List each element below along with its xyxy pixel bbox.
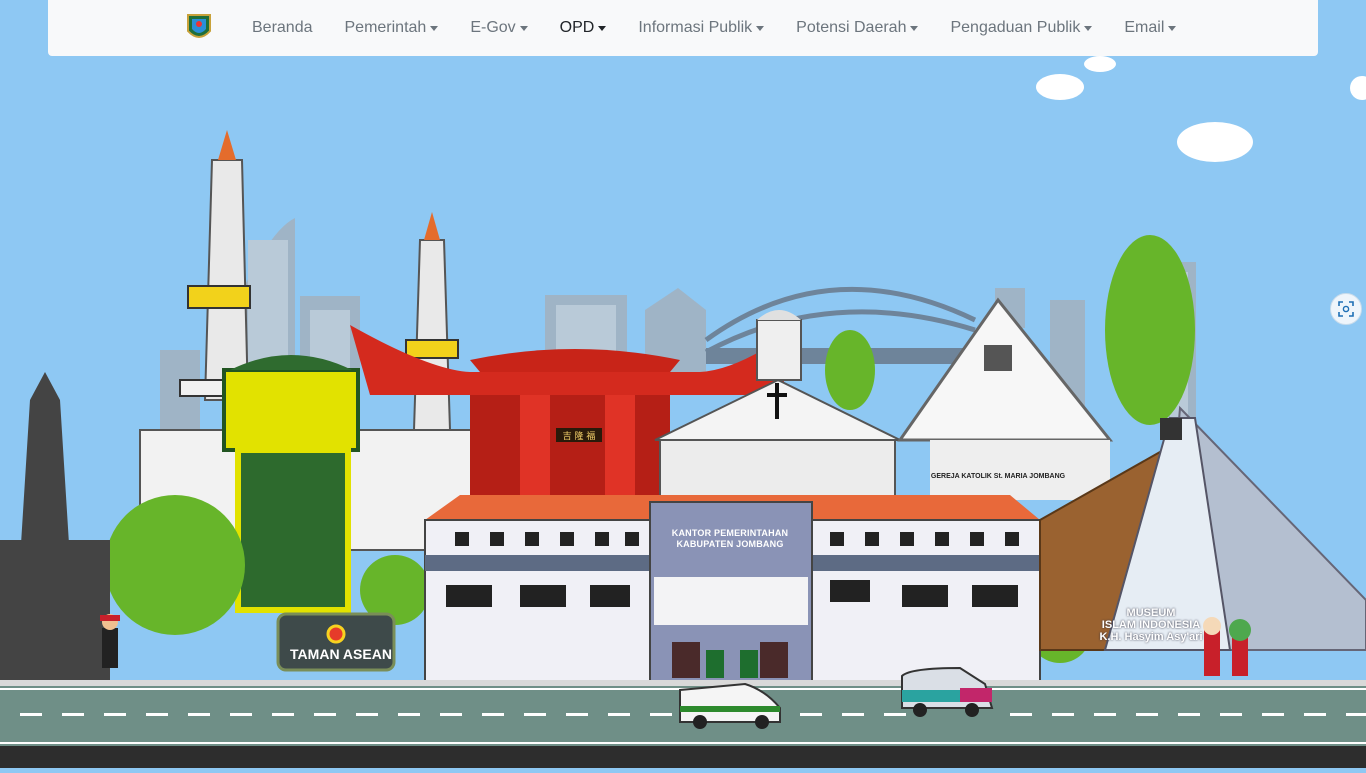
caret-down-icon bbox=[756, 25, 765, 31]
nav-item-label: Informasi Publik bbox=[638, 19, 753, 36]
caret-down-icon bbox=[1084, 25, 1093, 31]
page-bottom-bar bbox=[0, 746, 1366, 768]
museum-label-line3: K.H. Hasyim Asy'ari bbox=[1099, 631, 1203, 643]
nav-item-beranda[interactable]: Beranda bbox=[236, 0, 329, 56]
nav-item-label: Email bbox=[1124, 19, 1165, 36]
city-skyline-illustration bbox=[0, 56, 1366, 746]
museum-label-line2: ISLAM INDONESIA bbox=[1101, 619, 1201, 631]
image-scan-icon bbox=[1338, 301, 1354, 317]
nav-item-opd[interactable]: OPD bbox=[544, 0, 623, 56]
caret-down-icon bbox=[519, 25, 528, 31]
museum-label: MUSEUM ISLAM INDONESIA K.H. Hasyim Asy'a… bbox=[1096, 607, 1206, 643]
nav-item-label: Beranda bbox=[252, 19, 313, 36]
nav-item-informasi-publik[interactable]: Informasi Publik bbox=[622, 0, 780, 56]
nav-item-label: Pengaduan Publik bbox=[950, 19, 1081, 36]
nav-item-label: Potensi Daerah bbox=[796, 19, 907, 36]
nav-item-pemerintah[interactable]: Pemerintah bbox=[329, 0, 455, 56]
museum-label-line1: MUSEUM bbox=[1126, 607, 1176, 619]
nav-item-label: OPD bbox=[559, 19, 595, 36]
caret-down-icon bbox=[430, 25, 439, 31]
temple-sign: 吉 隆 福 bbox=[562, 432, 596, 442]
caret-down-icon bbox=[910, 25, 919, 31]
caret-down-icon bbox=[598, 25, 607, 31]
nav-item-pengaduan-publik[interactable]: Pengaduan Publik bbox=[934, 0, 1108, 56]
banner-illustration: TAMAN ASEAN KANTOR PEMERINTAHAN KABUPATE… bbox=[0, 0, 1366, 768]
nav-item-label: Pemerintah bbox=[344, 19, 427, 36]
image-scan-button[interactable] bbox=[1330, 293, 1362, 325]
caret-down-icon bbox=[1168, 25, 1177, 31]
nav-item-email[interactable]: Email bbox=[1108, 0, 1192, 56]
building-label-line1: KANTOR PEMERINTAHAN bbox=[671, 528, 789, 538]
jombang-regency-crest-icon[interactable] bbox=[186, 13, 212, 43]
nav-item-potensi-daerah[interactable]: Potensi Daerah bbox=[780, 0, 934, 56]
government-building-label: KANTOR PEMERINTAHAN KABUPATEN JOMBANG bbox=[660, 528, 800, 550]
nav-item-label: E-Gov bbox=[470, 19, 516, 36]
nav-item-e-gov[interactable]: E-Gov bbox=[454, 0, 543, 56]
church-label: GEREJA KATOLIK St. MARIA JOMBANG bbox=[930, 473, 1066, 480]
taman-asean-sign: TAMAN ASEAN bbox=[290, 646, 392, 662]
building-label-line2: KABUPATEN JOMBANG bbox=[676, 539, 784, 549]
main-navbar: Beranda Pemerintah E-Gov OPD Informasi Publi… bbox=[48, 0, 1318, 56]
